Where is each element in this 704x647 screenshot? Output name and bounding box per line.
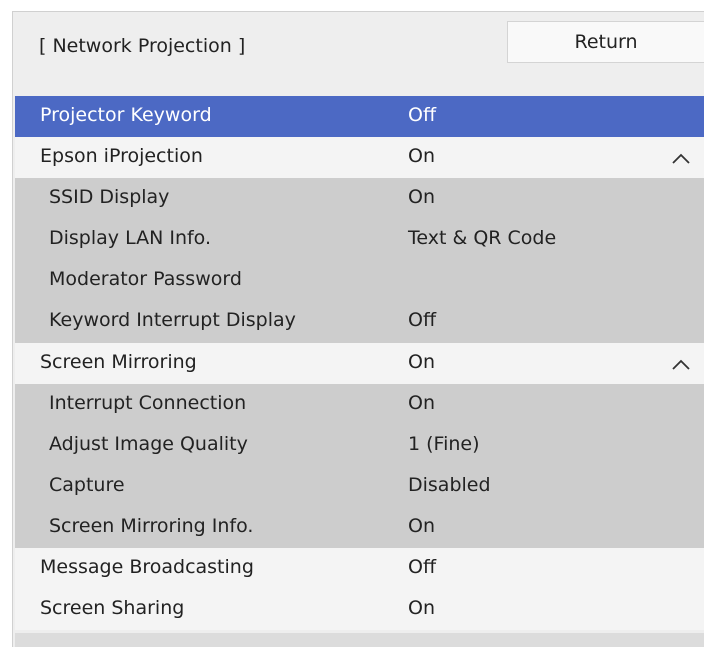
menu-item-value: On: [408, 350, 435, 373]
menu-item-value: On: [408, 145, 435, 168]
menu-item-keyword-interrupt-display[interactable]: Keyword Interrupt Display Off: [15, 301, 704, 343]
menu-item-value: On: [408, 514, 435, 537]
menu-item-message-broadcasting[interactable]: Message Broadcasting Off: [15, 548, 704, 590]
menu-item-value: 1 (Fine): [408, 432, 480, 455]
menu-item-value: Off: [408, 104, 437, 126]
chevron-up-icon[interactable]: [671, 152, 691, 164]
menu-item-label: Message Broadcasting: [40, 556, 254, 579]
menu-item-value: On: [408, 597, 435, 620]
menu-item-screen-sharing[interactable]: Screen Sharing On: [15, 589, 704, 631]
menu-item-label: Adjust Image Quality: [49, 432, 248, 455]
menu-item-moderator-password[interactable]: Moderator Password: [15, 260, 704, 302]
menu-item-value: Text & QR Code: [408, 227, 557, 250]
menu-item-value: Off: [408, 556, 437, 579]
menu-footer-strip: [15, 633, 704, 647]
menu-item-label: Screen Mirroring: [40, 350, 197, 373]
network-projection-panel: [ Network Projection ] Return Projector …: [12, 11, 704, 647]
menu-item-label: Capture: [49, 473, 125, 496]
menu-item-display-lan-info[interactable]: Display LAN Info. Text & QR Code: [15, 219, 704, 261]
settings-menu: Projector Keyword Off Epson iProjection …: [15, 96, 704, 631]
menu-item-value: On: [408, 186, 435, 209]
menu-item-label: Moderator Password: [49, 268, 242, 291]
panel-header: [ Network Projection ] Return: [13, 12, 704, 96]
menu-item-label: Projector Keyword: [40, 104, 212, 126]
menu-item-label: Interrupt Connection: [49, 391, 247, 414]
menu-item-value: Disabled: [408, 473, 491, 496]
menu-item-projector-keyword[interactable]: Projector Keyword Off: [15, 96, 704, 138]
menu-item-screen-mirroring-info[interactable]: Screen Mirroring Info. On: [15, 506, 704, 549]
menu-item-ssid-display[interactable]: SSID Display On: [15, 178, 704, 220]
menu-item-epson-iprojection[interactable]: Epson iProjection On: [15, 137, 704, 179]
menu-item-capture[interactable]: Capture Disabled: [15, 465, 704, 507]
menu-item-label: Screen Mirroring Info.: [49, 514, 254, 537]
menu-item-label: Keyword Interrupt Display: [49, 309, 296, 332]
menu-item-label: Epson iProjection: [40, 145, 203, 168]
menu-item-screen-mirroring[interactable]: Screen Mirroring On: [15, 342, 704, 384]
return-button[interactable]: Return: [507, 21, 704, 63]
menu-item-value: On: [408, 391, 435, 414]
chevron-up-icon[interactable]: [671, 358, 691, 370]
page-title: [ Network Projection ]: [39, 35, 246, 57]
menu-item-adjust-image-quality[interactable]: Adjust Image Quality 1 (Fine): [15, 424, 704, 466]
menu-item-interrupt-connection[interactable]: Interrupt Connection On: [15, 383, 704, 425]
menu-item-value: Off: [408, 309, 437, 332]
menu-item-label: SSID Display: [49, 186, 170, 209]
menu-item-label: Display LAN Info.: [49, 227, 212, 250]
menu-item-label: Screen Sharing: [40, 597, 185, 620]
